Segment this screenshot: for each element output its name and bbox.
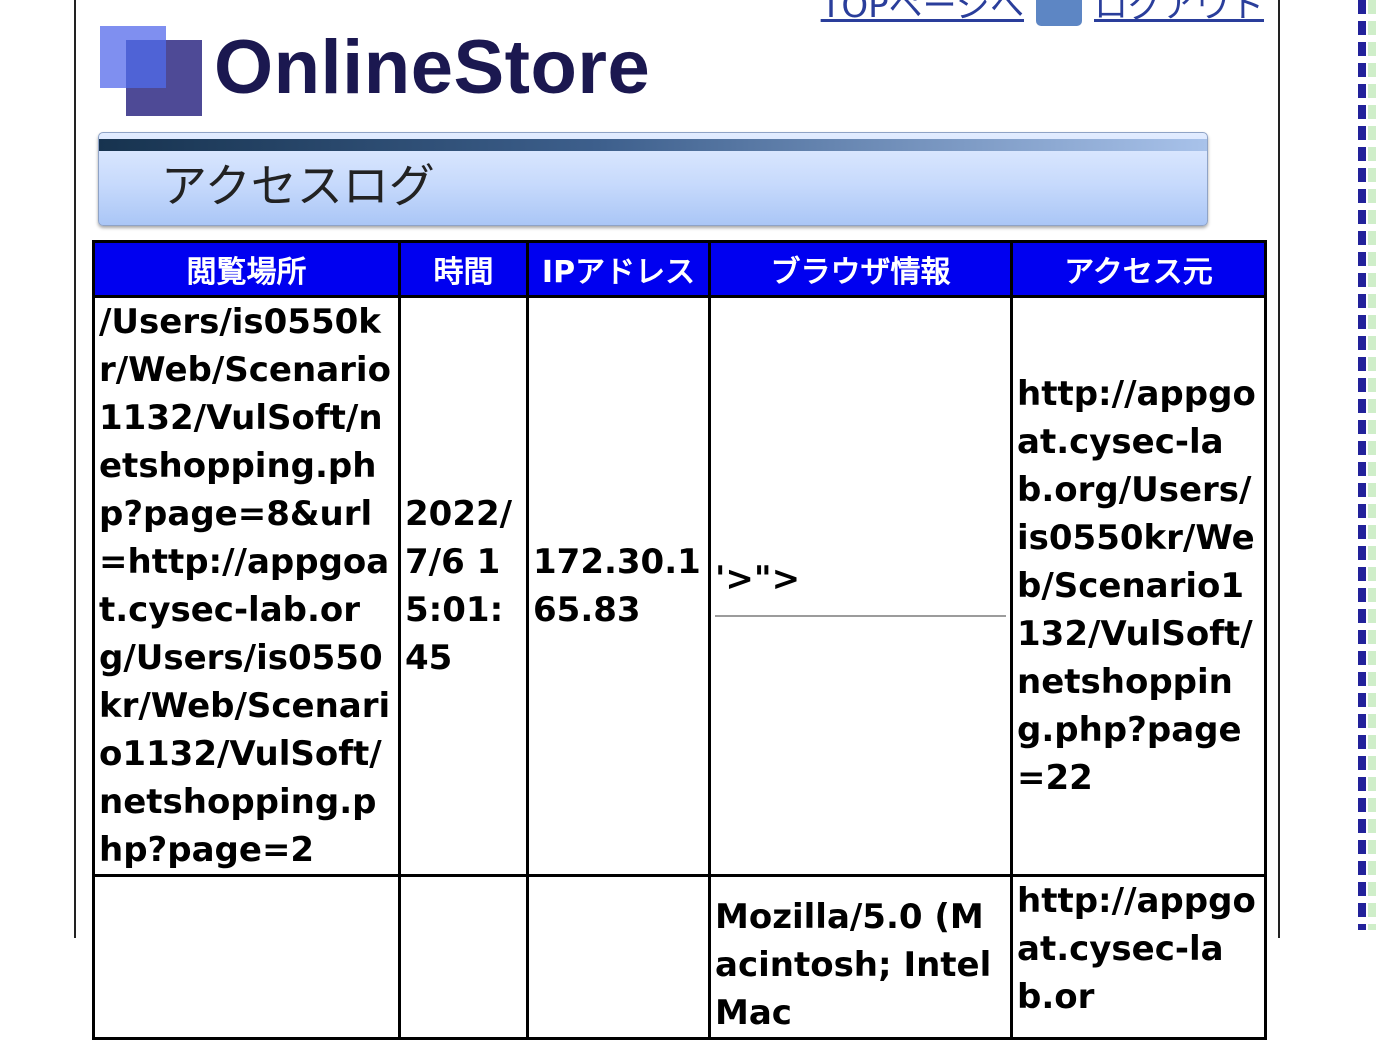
cell-referrer: http://appgoat.cysec-lab.or (1010, 874, 1267, 1040)
cell-location: /Users/is0550kr/Web/Scenario1132/VulSoft… (92, 295, 401, 877)
logout-icon (1036, 0, 1082, 26)
cell-ip (526, 874, 711, 1040)
cell-time: 2022/7/6 15:01:45 (398, 295, 529, 877)
table-row: /Users/is0550kr/Web/Scenario1132/VulSoft… (92, 295, 1267, 877)
cell-location (92, 874, 401, 1040)
column-header-ip: IPアドレス (526, 240, 711, 298)
top-page-link[interactable]: TOPページへ (821, 0, 1024, 27)
logo-icon (100, 26, 202, 116)
table-header-row: 閲覧場所 時間 IPアドレス ブラウザ情報 アクセス元 (92, 240, 1267, 298)
column-header-referrer: アクセス元 (1010, 240, 1267, 298)
column-header-browser: ブラウザ情報 (708, 240, 1013, 298)
column-header-time: 時間 (398, 240, 529, 298)
injected-divider (715, 615, 1006, 617)
column-header-location: 閲覧場所 (92, 240, 401, 298)
cell-time (398, 874, 529, 1040)
access-log-table: 閲覧場所 時間 IPアドレス ブラウザ情報 アクセス元 /Users/is055… (92, 240, 1267, 1040)
cell-ip: 172.30.165.83 (526, 295, 711, 877)
right-dashed-border-green (1368, 0, 1376, 930)
site-logo[interactable]: OnlineStore (214, 30, 650, 106)
cell-referrer: http://appgoat.cysec-lab.org/Users/is055… (1010, 295, 1267, 877)
table-row: Mozilla/5.0 (Macintosh; Intel Mac http:/… (92, 874, 1267, 1040)
header-links: TOPページへ ログアウト (821, 0, 1264, 27)
page-title-banner: アクセスログ (98, 132, 1208, 226)
page-title: アクセスログ (161, 159, 435, 213)
browser-text: '>"> (715, 559, 801, 599)
right-dashed-border (1358, 0, 1366, 930)
cell-browser: Mozilla/5.0 (Macintosh; Intel Mac (708, 874, 1013, 1040)
cell-browser: '>"> (708, 295, 1013, 877)
logout-link[interactable]: ログアウト (1094, 0, 1264, 27)
